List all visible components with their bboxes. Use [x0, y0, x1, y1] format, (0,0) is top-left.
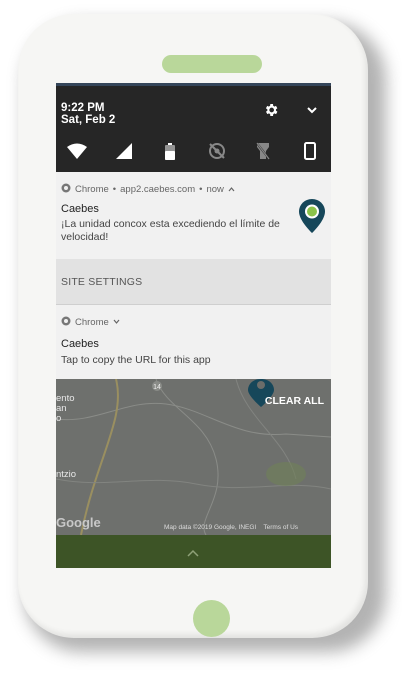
map-background: 14 ento an o ntzio CLEAR ALL Google Map …: [56, 379, 331, 535]
cell-signal-icon[interactable]: [113, 140, 135, 162]
route-number: 14: [153, 384, 161, 391]
chevron-up-icon[interactable]: [187, 544, 199, 562]
map-attribution: Map data ©2019 Google, INEGI Terms of Us: [164, 524, 298, 531]
attribution-text: Map data ©2019 Google, INEGI: [164, 524, 257, 531]
app-name: Chrome: [75, 184, 109, 195]
notification-body: ¡La unidad concox esta excediendo el lím…: [61, 218, 280, 243]
notification-header: Chrome • app2.caebes.com • now: [61, 183, 235, 196]
notification-header: Chrome: [61, 316, 120, 329]
phone-screen: 9:22 PM Sat, Feb 2 Chrome • app2.caebes.…: [56, 83, 331, 568]
collapse-chevron-icon[interactable]: [228, 184, 235, 195]
notification-title: Caebes: [61, 338, 99, 350]
separator-dot: •: [112, 184, 117, 195]
wifi-icon[interactable]: [66, 140, 88, 162]
notification-time: now: [206, 184, 224, 195]
source-url: app2.caebes.com: [120, 184, 196, 195]
time-text: 9:22 PM: [61, 102, 105, 114]
map-pin-icon: [299, 199, 325, 238]
chrome-icon: [61, 316, 71, 329]
speed-alert-notification[interactable]: Chrome • app2.caebes.com • now Caebes ¡L…: [56, 172, 331, 259]
map-label: ntzio: [56, 469, 77, 480]
clear-all-button[interactable]: CLEAR ALL: [265, 395, 324, 407]
map-label: o: [56, 413, 62, 424]
web-app-notification[interactable]: Chrome Caebes Tap to copy the URL for th…: [56, 305, 331, 379]
settings-gear-icon[interactable]: [263, 102, 279, 123]
notification-body: Tap to copy the URL for this app: [61, 354, 211, 366]
portrait-phone-icon[interactable]: [299, 140, 321, 162]
expand-chevron-icon[interactable]: [306, 103, 318, 121]
separator-dot: •: [199, 184, 203, 195]
google-logo: Google: [56, 515, 101, 530]
expand-chevron-icon[interactable]: [113, 317, 120, 328]
notification-shade-header: 9:22 PM Sat, Feb 2: [56, 83, 331, 172]
terms-link[interactable]: Terms of Us: [263, 524, 298, 531]
chrome-icon: [61, 183, 71, 196]
date-text: Sat, Feb 2: [61, 114, 116, 126]
site-settings-label: SITE SETTINGS: [61, 276, 143, 288]
site-settings-button[interactable]: SITE SETTINGS: [56, 259, 331, 305]
location-off-icon[interactable]: [206, 140, 228, 162]
bottom-bar[interactable]: [56, 535, 331, 568]
home-button[interactable]: [193, 600, 230, 637]
phone-speaker: [162, 55, 262, 73]
notification-title: Caebes: [61, 203, 99, 215]
flashlight-off-icon[interactable]: [252, 140, 274, 162]
app-name: Chrome: [75, 317, 109, 328]
battery-icon[interactable]: [159, 140, 181, 162]
clock: 9:22 PM Sat, Feb 2: [61, 102, 115, 126]
